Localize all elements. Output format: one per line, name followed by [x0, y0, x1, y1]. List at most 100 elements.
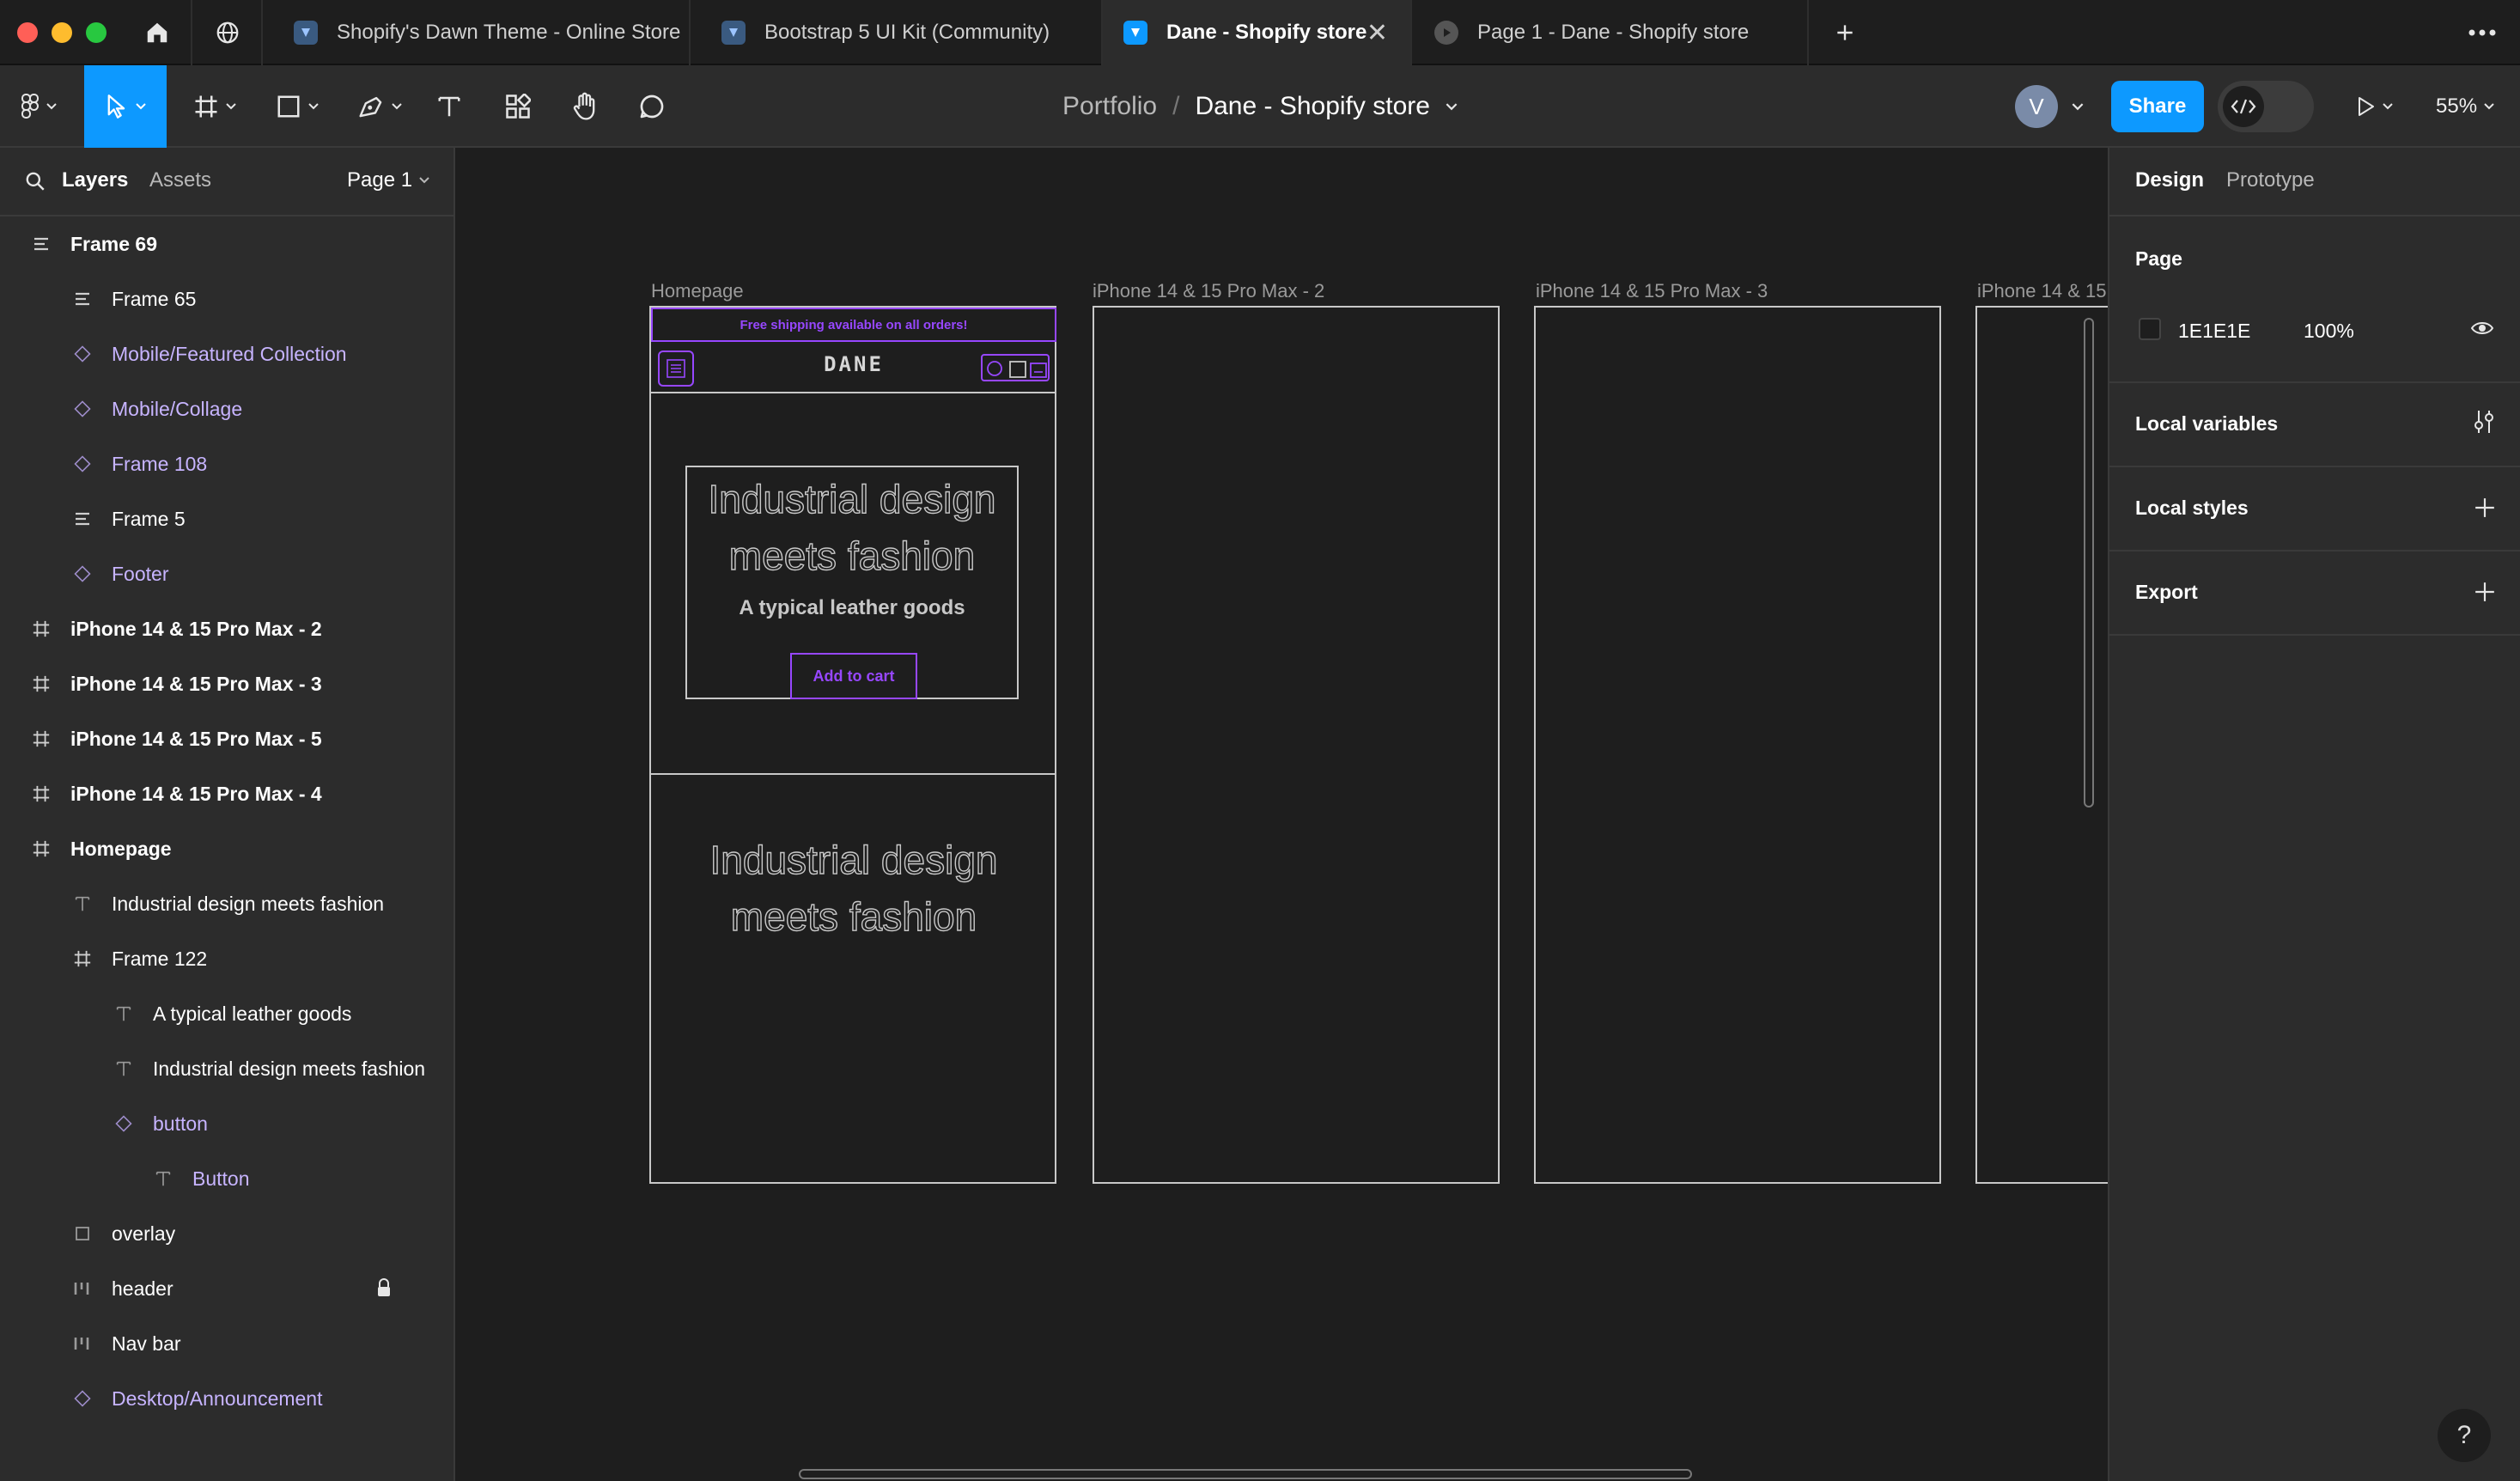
- zoom-level: 55%: [2436, 94, 2478, 118]
- share-button[interactable]: Share: [2111, 81, 2204, 132]
- canvas[interactable]: Homepage iPhone 14 & 15 Pro Max - 2 iPho…: [455, 148, 2108, 1481]
- tab-prototype[interactable]: Prototype: [2226, 168, 2315, 192]
- frame-icon: [24, 612, 58, 646]
- site-header[interactable]: DANE: [651, 342, 1056, 393]
- layer-row[interactable]: iPhone 14 & 15 Pro Max - 2: [0, 601, 455, 656]
- page-color-value[interactable]: 1E1E1E: [2178, 320, 2250, 343]
- layer-row[interactable]: A typical leather goods: [0, 986, 455, 1041]
- tab-prototype-page[interactable]: Page 1 - Dane - Shopify store: [1414, 0, 1809, 65]
- more-options-button[interactable]: [2448, 0, 2517, 65]
- vertical-scrollbar[interactable]: [2084, 318, 2094, 808]
- layer-row[interactable]: iPhone 14 & 15 Pro Max - 5: [0, 711, 455, 766]
- layer-row[interactable]: Frame 108: [0, 436, 455, 491]
- frame-tool-button[interactable]: [180, 65, 249, 148]
- text-tool-button[interactable]: [428, 65, 471, 148]
- pen-tool-button[interactable]: [345, 65, 414, 148]
- frame-label[interactable]: iPhone 14 & 15 Pro Max - 4: [1977, 280, 2108, 302]
- sliders-icon[interactable]: [2472, 409, 2496, 435]
- layer-row[interactable]: button: [0, 1096, 455, 1151]
- home-button[interactable]: [124, 0, 192, 65]
- eye-icon[interactable]: [2470, 318, 2494, 338]
- tab-bootstrap-ui-kit[interactable]: Bootstrap 5 UI Kit (Community): [692, 0, 1103, 65]
- layer-row[interactable]: Nav bar: [0, 1316, 455, 1371]
- close-tab-icon[interactable]: ✕: [1367, 18, 1388, 48]
- header-icons[interactable]: [981, 354, 1050, 381]
- file-menu-chevron-icon[interactable]: [1446, 102, 1458, 111]
- section-title[interactable]: Industrial design meets fashion: [651, 832, 1056, 945]
- layer-name: Frame 69: [70, 232, 158, 255]
- chevron-down-icon: [392, 103, 402, 110]
- layer-row[interactable]: overlay: [0, 1206, 455, 1261]
- add-style-plus-icon[interactable]: [2474, 497, 2496, 519]
- comment-tool-button[interactable]: [630, 65, 673, 148]
- move-tool-button[interactable]: [84, 65, 167, 148]
- help-button[interactable]: ?: [2438, 1409, 2491, 1462]
- tab-dawn-theme[interactable]: Shopify's Dawn Theme - Online Store: [265, 0, 691, 65]
- hero-title[interactable]: Industrial design meets fashion: [687, 471, 1017, 584]
- homepage-frame[interactable]: Free shipping available on all orders! D…: [649, 306, 1056, 1184]
- layer-row[interactable]: iPhone 14 & 15 Pro Max - 4: [0, 766, 455, 821]
- dev-mode-toggle[interactable]: [2218, 81, 2314, 132]
- announcement-bar[interactable]: Free shipping available on all orders!: [651, 308, 1056, 342]
- maximize-window-button[interactable]: [86, 22, 107, 43]
- layer-row[interactable]: Industrial design meets fashion: [0, 876, 455, 931]
- iphone-frame-3[interactable]: [1534, 306, 1941, 1184]
- main-menu-button[interactable]: [9, 65, 69, 148]
- file-name[interactable]: Dane - Shopify store: [1195, 92, 1429, 121]
- add-export-plus-icon[interactable]: [2474, 581, 2496, 603]
- layer-row[interactable]: header: [0, 1261, 455, 1316]
- export-section[interactable]: Export: [2109, 552, 2520, 636]
- present-button[interactable]: [2348, 65, 2400, 148]
- zoom-dropdown[interactable]: 55%: [2436, 65, 2494, 148]
- shape-tool-button[interactable]: [263, 65, 332, 148]
- layer-row[interactable]: Frame 69: [0, 216, 455, 271]
- local-styles-section[interactable]: Local styles: [2109, 467, 2520, 552]
- close-window-button[interactable]: [17, 22, 38, 43]
- page-selector[interactable]: Page 1: [347, 168, 429, 192]
- page-color-swatch[interactable]: [2139, 318, 2161, 340]
- chevron-down-icon: [226, 103, 236, 110]
- hero-content-frame[interactable]: Industrial design meets fashion A typica…: [685, 466, 1019, 699]
- local-variables-section[interactable]: Local variables: [2109, 383, 2520, 467]
- chevron-down-icon: [2484, 103, 2494, 110]
- layer-row[interactable]: Frame 5: [0, 491, 455, 546]
- layer-row[interactable]: Mobile/Collage: [0, 381, 455, 436]
- layer-row[interactable]: Homepage: [0, 821, 455, 876]
- layer-row[interactable]: iPhone 14 & 15 Pro Max - 3: [0, 656, 455, 711]
- tab-dane-shopify-store[interactable]: Dane - Shopify store ✕: [1103, 0, 1412, 65]
- layer-row[interactable]: Footer: [0, 546, 455, 601]
- search-icon[interactable]: [24, 170, 46, 192]
- hero-section[interactable]: Industrial design meets fashion A typica…: [651, 393, 1056, 775]
- layer-row[interactable]: Button: [0, 1151, 455, 1206]
- horizontal-scrollbar[interactable]: [799, 1469, 1692, 1479]
- tab-layers[interactable]: Layers: [62, 168, 128, 192]
- layer-row[interactable]: Frame 122: [0, 931, 455, 986]
- layer-row[interactable]: Industrial design meets fashion: [0, 1041, 455, 1096]
- layer-row[interactable]: Frame 65: [0, 271, 455, 326]
- instance-icon: [65, 337, 100, 371]
- frame-label[interactable]: iPhone 14 & 15 Pro Max - 3: [1536, 280, 1768, 302]
- multiplayer-menu-button[interactable]: [2065, 65, 2091, 148]
- avatar[interactable]: V: [2015, 85, 2058, 128]
- iphone-frame-2[interactable]: [1093, 306, 1500, 1184]
- second-section[interactable]: Industrial design meets fashion: [651, 775, 1056, 945]
- lock-icon[interactable]: [376, 1278, 392, 1297]
- hero-subtitle[interactable]: A typical leather goods: [687, 596, 1017, 620]
- plus-icon: [1837, 25, 1853, 40]
- minimize-window-button[interactable]: [52, 22, 72, 43]
- frame-icon: [24, 777, 58, 811]
- page-opacity-value[interactable]: 100%: [2304, 320, 2354, 343]
- tab-assets[interactable]: Assets: [149, 168, 211, 192]
- figma-file-icon: [721, 21, 746, 45]
- new-tab-button[interactable]: [1811, 0, 1879, 65]
- community-button[interactable]: [194, 0, 263, 65]
- tab-design[interactable]: Design: [2135, 168, 2204, 192]
- hand-tool-button[interactable]: [563, 65, 606, 148]
- add-to-cart-button[interactable]: Add to cart: [790, 653, 917, 699]
- layer-row[interactable]: Desktop/Announcement: [0, 1371, 455, 1426]
- breadcrumb-project[interactable]: Portfolio: [1062, 92, 1157, 121]
- frame-label[interactable]: iPhone 14 & 15 Pro Max - 2: [1093, 280, 1324, 302]
- resources-button[interactable]: [496, 65, 539, 148]
- layer-row[interactable]: Mobile/Featured Collection: [0, 326, 455, 381]
- frame-label[interactable]: Homepage: [651, 280, 744, 302]
